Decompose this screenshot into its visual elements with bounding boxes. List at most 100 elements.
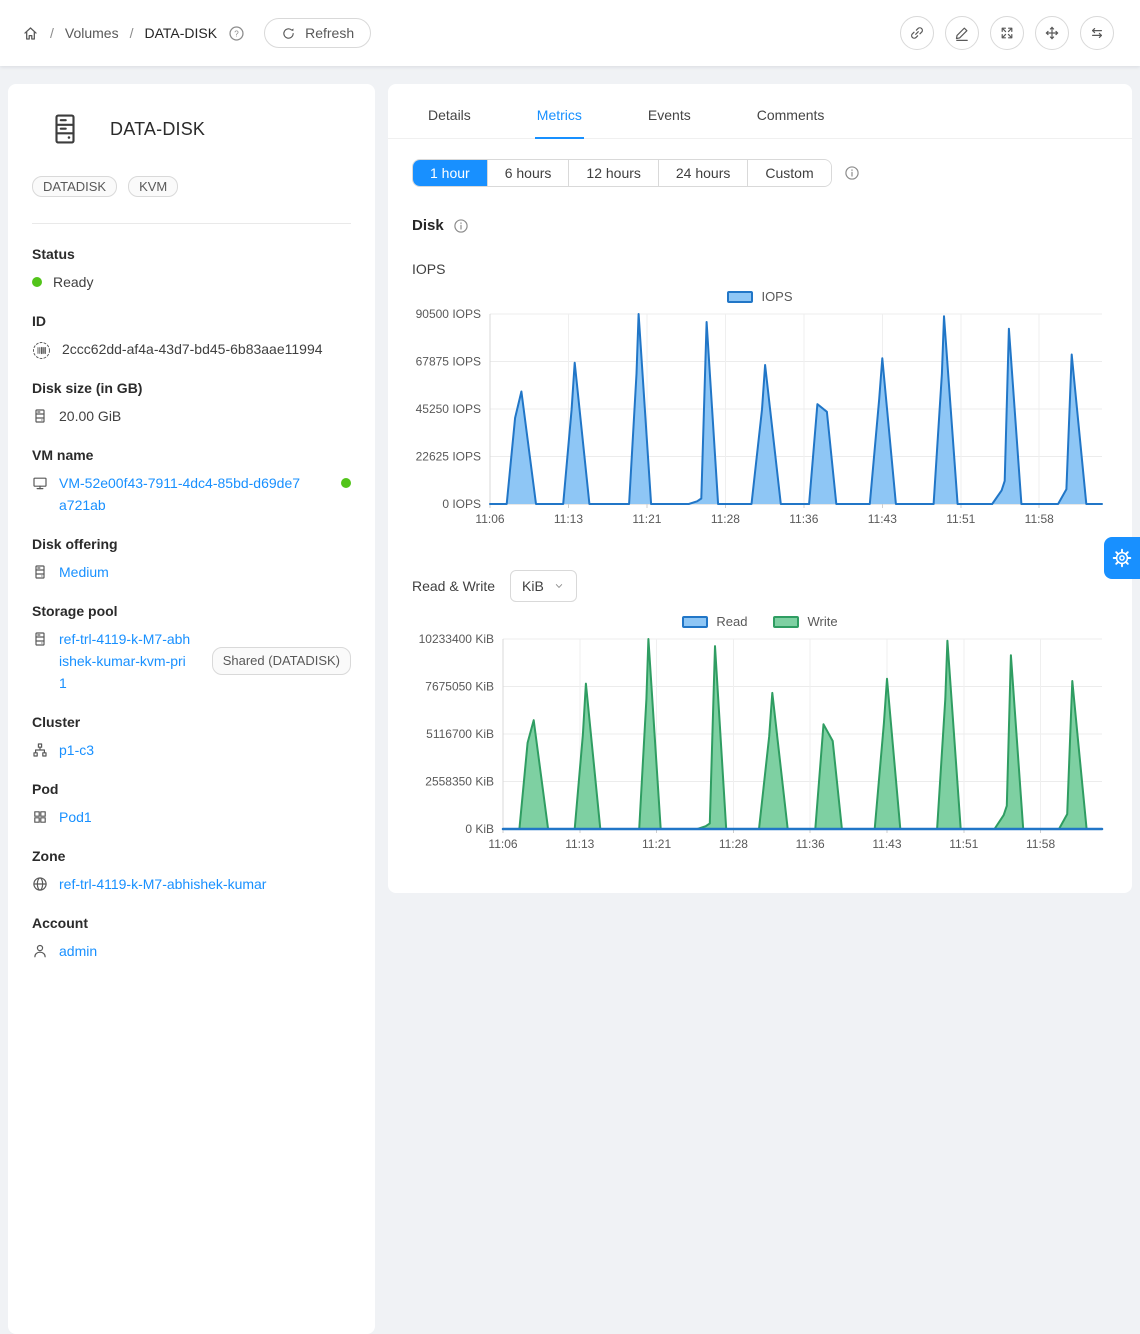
field-value-row: 20.00 GiB (32, 405, 351, 427)
field-label: Storage pool (32, 603, 351, 619)
link-icon (909, 25, 925, 41)
time-range-6-hours[interactable]: 6 hours (487, 160, 569, 186)
svg-text:11:13: 11:13 (565, 837, 594, 851)
edit-volume-button[interactable] (945, 16, 979, 50)
top-bar: / Volumes / DATA-DISK ? Refresh (0, 0, 1140, 66)
time-range-1-hour[interactable]: 1 hour (413, 160, 487, 186)
home-icon[interactable] (22, 25, 39, 42)
svg-text:11:21: 11:21 (642, 837, 671, 851)
global-icon (32, 876, 48, 892)
chart-canvas: 0 KiB2558350 KiB5116700 KiB7675050 KiB10… (412, 631, 1106, 859)
field-value-row: admin (32, 940, 351, 962)
disk-section-heading: Disk (412, 217, 1108, 234)
svg-text:67875 IOPS: 67875 IOPS (416, 355, 481, 369)
field-label: Disk size (in GB) (32, 380, 351, 396)
legend-swatch-icon (773, 616, 799, 628)
migrate-volume-storage-button[interactable] (1080, 16, 1114, 50)
svg-text:11:13: 11:13 (554, 512, 583, 526)
time-range-custom[interactable]: Custom (747, 160, 830, 186)
svg-text:11:58: 11:58 (1025, 512, 1054, 526)
tab-details[interactable]: Details (426, 94, 473, 138)
reload-icon (281, 26, 296, 41)
field-account: Account admin (32, 915, 351, 962)
edit-icon (954, 25, 970, 41)
svg-text:11:36: 11:36 (789, 512, 818, 526)
tab-metrics[interactable]: Metrics (535, 94, 584, 138)
chart-legend: IOPS (412, 289, 1108, 304)
field-label: VM name (32, 447, 351, 463)
rw-chart-title: Read & Write (412, 578, 495, 594)
field-status: StatusReady (32, 246, 351, 293)
gear-icon (1112, 548, 1132, 568)
chevron-down-icon (553, 580, 565, 592)
disk-section-title: Disk (412, 217, 444, 234)
svg-text:45250 IOPS: 45250 IOPS (416, 402, 481, 416)
svg-text:11:43: 11:43 (868, 512, 897, 526)
tab-events[interactable]: Events (646, 94, 693, 138)
divider (32, 223, 351, 224)
svg-text:0 KiB: 0 KiB (465, 822, 494, 836)
legend-label: IOPS (761, 289, 792, 304)
unit-select[interactable]: KiB (510, 570, 577, 602)
svg-text:11:28: 11:28 (711, 512, 740, 526)
barcode-icon (32, 341, 51, 360)
field-value-pod[interactable]: Pod1 (59, 806, 92, 828)
legend-item[interactable]: IOPS (727, 289, 792, 304)
svg-text:90500 IOPS: 90500 IOPS (416, 307, 481, 321)
svg-text:11:06: 11:06 (475, 512, 504, 526)
svg-text:11:06: 11:06 (488, 837, 517, 851)
field-label: Pod (32, 781, 351, 797)
rw-chart: ReadWrite0 KiB2558350 KiB5116700 KiB7675… (412, 614, 1108, 859)
breadcrumb-separator: / (130, 25, 134, 41)
expand-icon (999, 25, 1015, 41)
svg-text:10233400 KiB: 10233400 KiB (419, 632, 494, 646)
refresh-button[interactable]: Refresh (264, 18, 371, 48)
field-value-disk-offering[interactable]: Medium (59, 561, 109, 583)
volume-summary-card: DATA-DISK DATADISKKVM StatusReadyID2ccc6… (8, 84, 375, 1334)
legend-item[interactable]: Write (773, 614, 837, 629)
svg-text:0 IOPS: 0 IOPS (442, 497, 481, 511)
volume-fields: StatusReadyID2ccc62dd-af4a-43d7-bd45-6b8… (32, 246, 351, 962)
legend-label: Read (716, 614, 747, 629)
field-value-row: ref-trl-4119-k-M7-abhishek-kumar (32, 873, 351, 895)
resize-volume-button[interactable] (990, 16, 1024, 50)
field-disk-size-in-gb-: Disk size (in GB) 20.00 GiB (32, 380, 351, 427)
field-value-cluster[interactable]: p1-c3 (59, 739, 94, 761)
breadcrumb-volumes-link[interactable]: Volumes (65, 25, 119, 41)
migrate-volume-button[interactable] (1035, 16, 1069, 50)
settings-fab-button[interactable] (1104, 537, 1140, 579)
field-value-zone[interactable]: ref-trl-4119-k-M7-abhishek-kumar (59, 873, 266, 895)
field-label: Account (32, 915, 351, 931)
vm-status-dot (341, 478, 351, 488)
volume-header: DATA-DISK (32, 112, 351, 146)
breadcrumb-current: DATA-DISK (144, 25, 217, 41)
field-value-vm-name[interactable]: VM-52e00f43-7911-4dc4-85bd-d69de7a721ab (59, 472, 307, 516)
field-value-storage-pool[interactable]: ref-trl-4119-k-M7-abhishek-kumar-kvm-pri… (59, 628, 193, 694)
svg-text:11:51: 11:51 (946, 512, 975, 526)
breadcrumb-separator: / (50, 25, 54, 41)
field-zone: Zone ref-trl-4119-k-M7-abhishek-kumar (32, 848, 351, 895)
svg-text:11:28: 11:28 (719, 837, 748, 851)
field-pod: Pod Pod1 (32, 781, 351, 828)
field-value-row: Ready (32, 271, 351, 293)
field-value-account[interactable]: admin (59, 940, 97, 962)
attach-volume-button[interactable] (900, 16, 934, 50)
hdd-icon (32, 408, 48, 424)
detail-tabs: Details Metrics Events Comments (388, 84, 1132, 139)
info-circle-icon[interactable] (453, 218, 469, 234)
move-icon (1044, 25, 1060, 41)
info-circle-icon[interactable] (844, 165, 860, 181)
field-value-row: p1-c3 (32, 739, 351, 761)
legend-item[interactable]: Read (682, 614, 747, 629)
question-circle-icon[interactable]: ? (228, 25, 245, 42)
svg-text:11:43: 11:43 (872, 837, 901, 851)
tab-comments[interactable]: Comments (755, 94, 827, 138)
user-icon (32, 943, 48, 959)
time-range-24-hours[interactable]: 24 hours (658, 160, 747, 186)
field-label: Zone (32, 848, 351, 864)
time-range-12-hours[interactable]: 12 hours (568, 160, 657, 186)
chart-legend: Read Write (412, 614, 1108, 629)
svg-text:11:51: 11:51 (949, 837, 978, 851)
svg-text:5116700 KiB: 5116700 KiB (426, 727, 494, 741)
swap-icon (1089, 25, 1105, 41)
